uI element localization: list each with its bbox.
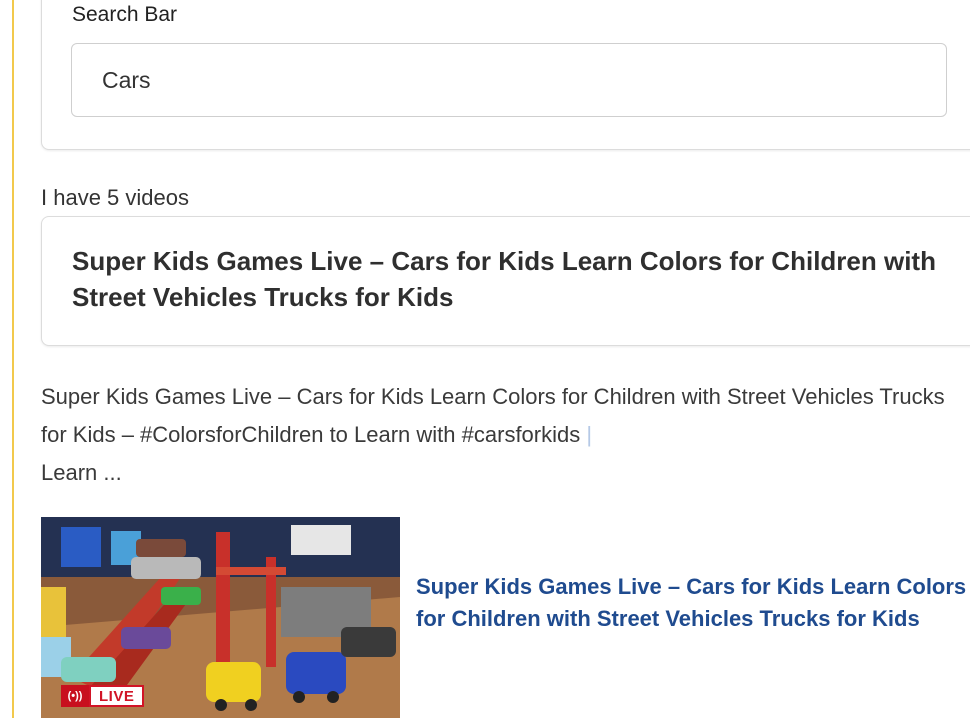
broadcast-icon: (•)) bbox=[61, 685, 89, 707]
live-label: LIVE bbox=[89, 685, 145, 707]
video-title-link[interactable]: Super Kids Games Live – Cars for Kids Le… bbox=[416, 571, 968, 635]
video-description: Super Kids Games Live – Cars for Kids Le… bbox=[41, 378, 966, 492]
featured-title-card: Super Kids Games Live – Cars for Kids Le… bbox=[41, 216, 970, 346]
description-more: Learn ... bbox=[41, 460, 122, 485]
video-thumbnail[interactable]: (•)) LIVE bbox=[41, 517, 400, 718]
description-text: Super Kids Games Live – Cars for Kids Le… bbox=[41, 384, 945, 447]
live-badge: (•)) LIVE bbox=[61, 685, 145, 707]
video-count-text: I have 5 videos bbox=[41, 185, 189, 210]
left-accent-rule bbox=[12, 0, 14, 718]
search-label: Search Bar bbox=[72, 3, 178, 26]
page: Search Bar I have 5 videos Super Kids Ga… bbox=[0, 0, 970, 718]
search-input[interactable] bbox=[71, 43, 947, 117]
description-separator: | bbox=[586, 422, 593, 447]
featured-title: Super Kids Games Live – Cars for Kids Le… bbox=[72, 246, 936, 312]
